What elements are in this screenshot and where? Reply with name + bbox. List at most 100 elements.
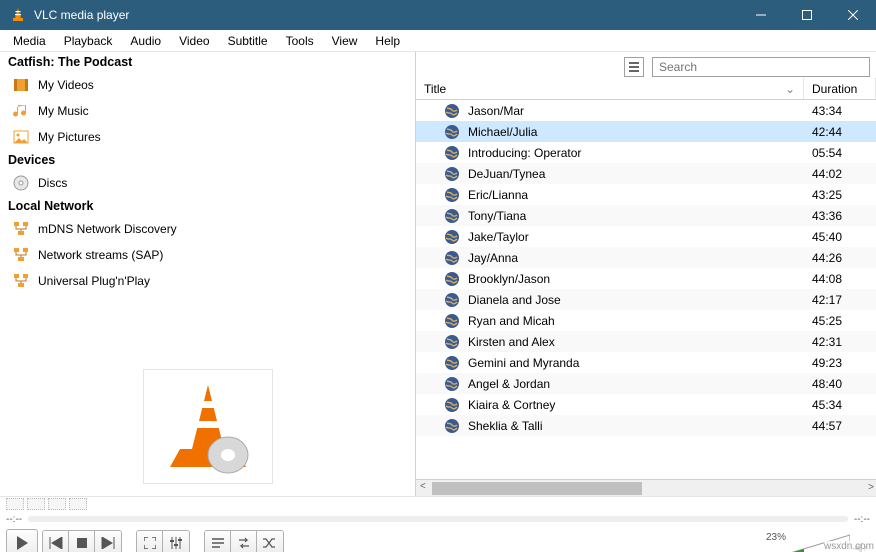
track-duration: 45:40 [812,230,868,244]
playlist-row[interactable]: Jay/Anna44:26 [416,247,876,268]
playlist-row[interactable]: Introducing: Operator 05:54 [416,142,876,163]
playlist-row[interactable]: Jason/Mar43:34 [416,100,876,121]
playlist-row[interactable]: Eric/Lianna43:25 [416,184,876,205]
sidebar-item-network-streams-sap-[interactable]: Network streams (SAP) [0,242,415,268]
globe-icon [444,229,460,245]
playlist-row[interactable]: Jake/Taylor 45:40 [416,226,876,247]
menu-media[interactable]: Media [4,32,55,50]
sidebar-item-label: My Videos [38,78,94,92]
scroll-left-icon[interactable]: < [420,481,426,492]
track-title: DeJuan/Tynea [468,167,804,181]
track-duration: 43:25 [812,188,868,202]
stop-icon [77,538,87,548]
menu-playback[interactable]: Playback [55,32,122,50]
globe-icon [444,292,460,308]
sidebar-item-label: mDNS Network Discovery [38,222,177,236]
extra-button-2[interactable] [27,498,45,510]
sidebar-item-discs[interactable]: Discs [0,170,415,196]
extra-button-3[interactable] [48,498,66,510]
equalizer-icon [170,537,182,549]
globe-icon [444,124,460,140]
window-title: VLC media player [34,8,738,22]
track-title: Jake/Taylor [468,230,804,244]
hscroll-thumb[interactable] [432,482,642,495]
playlist-row[interactable]: Tony/Tiana43:36 [416,205,876,226]
extra-button-4[interactable] [69,498,87,510]
track-duration: 05:54 [812,146,868,160]
playlist-button[interactable] [205,531,231,552]
playlist-row[interactable]: Sheklia & Talli44:57 [416,415,876,436]
playlist-row[interactable]: Kirsten and Alex42:31 [416,331,876,352]
sidebar-item-mdns-network-discovery[interactable]: mDNS Network Discovery [0,216,415,242]
track-duration: 44:08 [812,272,868,286]
track-title: Angel & Jordan [468,377,804,391]
volume-percent: 23% [766,532,786,543]
track-title: Ryan and Micah [468,314,804,328]
playlist-row[interactable]: Brooklyn/Jason44:08 [416,268,876,289]
globe-icon [444,271,460,287]
sidebar-item-my-pictures[interactable]: My Pictures [0,124,415,150]
menu-bar: MediaPlaybackAudioVideoSubtitleToolsView… [0,30,876,52]
column-title[interactable]: Title ⌄ [416,78,804,99]
shuffle-button[interactable] [257,531,283,552]
previous-button[interactable] [43,531,69,552]
sidebar-item-label: My Music [38,104,89,118]
picture-icon [12,128,30,146]
view-mode-button[interactable] [624,57,644,77]
menu-view[interactable]: View [323,32,367,50]
menu-subtitle[interactable]: Subtitle [219,32,277,50]
playlist-panel: Title ⌄ Duration Jason/Mar43:34Michael/J… [416,52,876,496]
minimize-button[interactable] [738,0,784,30]
maximize-button[interactable] [784,0,830,30]
loop-button[interactable] [231,531,257,552]
play-button[interactable] [6,529,38,552]
playlist-row[interactable]: Kiaira & Cortney45:34 [416,394,876,415]
sidebar-item-label: Network streams (SAP) [38,248,163,262]
watermark: wsxdn.com [824,541,874,552]
sidebar-item-my-videos[interactable]: My Videos [0,72,415,98]
net-icon [12,272,30,290]
track-title: Kirsten and Alex [468,335,804,349]
seek-slider[interactable] [28,516,848,522]
search-input[interactable] [652,57,870,77]
track-title: Jay/Anna [468,251,804,265]
playlist-body[interactable]: Jason/Mar43:34Michael/Julia42:44Introduc… [416,100,876,479]
globe-icon [444,418,460,434]
extended-settings-button[interactable] [163,531,189,552]
sidebar: Catfish: The Podcast My Videos My Music My… [0,52,416,496]
playlist-row[interactable]: Michael/Julia42:44 [416,121,876,142]
menu-tools[interactable]: Tools [277,32,323,50]
track-title: Sheklia & Talli [468,419,804,433]
fullscreen-button[interactable] [137,531,163,552]
playlist-row[interactable]: Ryan and Micah45:25 [416,310,876,331]
playlist-row[interactable]: Dianela and Jose42:17 [416,289,876,310]
playlist-hscrollbar[interactable]: < > [416,479,876,496]
playlist-row[interactable]: Angel & Jordan48:40 [416,373,876,394]
close-button[interactable] [830,0,876,30]
sidebar-item-universal-plug-n-play[interactable]: Universal Plug'n'Play [0,268,415,294]
sidebar-section-devices: Devices [0,150,415,170]
globe-icon [444,145,460,161]
column-duration[interactable]: Duration [804,78,876,99]
sidebar-section-podcast[interactable]: Catfish: The Podcast [0,52,415,72]
globe-icon [444,376,460,392]
track-title: Introducing: Operator [468,146,804,160]
track-duration: 44:02 [812,167,868,181]
globe-icon [444,334,460,350]
stop-button[interactable] [69,531,95,552]
track-title: Jason/Mar [468,104,804,118]
next-button[interactable] [95,531,121,552]
artwork-placeholder [143,369,273,484]
menu-audio[interactable]: Audio [121,32,170,50]
playlist-row[interactable]: DeJuan/Tynea 44:02 [416,163,876,184]
menu-video[interactable]: Video [170,32,218,50]
playlist-header: Title ⌄ Duration [416,78,876,100]
globe-icon [444,208,460,224]
sidebar-section-network: Local Network [0,196,415,216]
extra-button-1[interactable] [6,498,24,510]
sidebar-item-my-music[interactable]: My Music [0,98,415,124]
playlist-row[interactable]: Gemini and Myranda49:23 [416,352,876,373]
scroll-right-icon[interactable]: > [868,482,874,493]
menu-help[interactable]: Help [366,32,409,50]
sidebar-item-label: My Pictures [38,130,101,144]
